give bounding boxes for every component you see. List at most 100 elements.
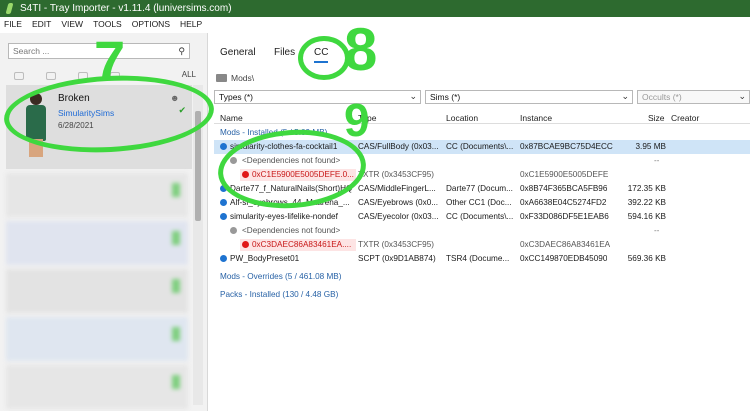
cell-name: simularity-eyes-lifelike-nondef xyxy=(230,212,338,221)
list-item[interactable] xyxy=(6,317,188,361)
cell-size: 3.95 MB xyxy=(635,142,667,151)
title-bar: S4TI - Tray Importer - v1.11.4 (lunivers… xyxy=(0,0,750,17)
cell-name: 0xC3DAEC86A83461EA.... xyxy=(252,240,352,249)
cell-size: 569.36 KB xyxy=(627,254,666,263)
cell-size: -- xyxy=(654,156,660,165)
menu-view[interactable]: VIEW xyxy=(61,19,83,29)
tab-cc[interactable]: CC xyxy=(314,47,329,63)
cell-type: CAS/FullBody (0x03... xyxy=(358,142,439,151)
group-label: Mods - Overrides (5 / 461.08 MB) xyxy=(220,272,342,281)
table-row[interactable]: 0xC3DAEC86A83461EA.... TXTR (0x3453CF95)… xyxy=(214,238,750,252)
occults-filter-value: Occults (*) xyxy=(642,92,682,102)
list-item[interactable] xyxy=(6,221,188,265)
tab-general[interactable]: General xyxy=(220,47,256,58)
window-title: S4TI - Tray Importer - v1.11.4 (lunivers… xyxy=(20,3,232,14)
app-logo-icon xyxy=(4,3,15,14)
column-header-instance[interactable]: Instance xyxy=(520,113,552,123)
cell-instance: 0xCC149870EDB45090 xyxy=(520,254,608,263)
cell-location: CC (Documents\... xyxy=(446,142,514,151)
cell-type: SCPT (0x9D1AB874) xyxy=(358,254,436,263)
column-header-location[interactable]: Location xyxy=(446,113,478,123)
menu-options[interactable]: OPTIONS xyxy=(132,19,170,29)
table-row[interactable]: Darte77_f_NaturalNails(Short)HQ CAS/Midd… xyxy=(214,182,750,196)
tray-item-date: 6/28/2021 xyxy=(58,121,94,130)
search-icon[interactable]: ⚲ xyxy=(178,46,185,57)
sim-thumbnail xyxy=(18,93,54,157)
details-pane: General Files CC Mods\ Types (*) ⌄ Sims … xyxy=(210,33,750,411)
tray-item-name: Broken xyxy=(58,93,90,104)
households-filter-icon[interactable] xyxy=(14,72,24,80)
cell-instance: 0xC1E5900E5005DEFE xyxy=(520,170,609,179)
types-filter-value: Types (*) xyxy=(219,92,254,102)
cell-name: PW_BodyPreset01 xyxy=(230,254,300,263)
column-header-size[interactable]: Size xyxy=(648,113,665,123)
cell-location: TSR4 (Docume... xyxy=(446,254,510,263)
occults-filter-dropdown: Occults (*) ⌄ xyxy=(637,90,750,104)
cell-name: <Dependencies not found> xyxy=(242,226,341,235)
table-row[interactable]: <Dependencies not found> -- xyxy=(214,224,750,238)
cell-size: 392.22 KB xyxy=(627,198,666,207)
cell-name: Alf-si_eyebrows_44_Maarena_... xyxy=(230,198,350,207)
cell-name: simularity-clothes-fa-cocktail1 xyxy=(230,142,338,151)
table-row[interactable]: PW_BodyPreset01 SCPT (0x9D1AB874) TSR4 (… xyxy=(214,252,750,266)
cell-instance: 0xA6638E04C5274FD2 xyxy=(520,198,607,207)
menu-help[interactable]: HELP xyxy=(180,19,202,29)
rooms-filter-icon[interactable] xyxy=(110,72,120,80)
menu-tools[interactable]: TOOLS xyxy=(93,19,122,29)
search-input[interactable]: Search ... ⚲ xyxy=(8,43,190,59)
table-row[interactable]: simularity-clothes-fa-cocktail1 CAS/Full… xyxy=(214,140,750,154)
menu-file[interactable]: FILE xyxy=(4,19,22,29)
scrollbar-thumb[interactable] xyxy=(195,111,201,221)
installed-status-icon xyxy=(220,185,227,192)
sims-filter-dropdown[interactable]: Sims (*) ⌄ xyxy=(425,90,633,104)
filter-all-label[interactable]: ALL xyxy=(182,70,196,79)
group-label: Mods - Installed (5 / 5.09 MB) xyxy=(220,128,328,137)
tab-files[interactable]: Files xyxy=(274,47,295,58)
cell-type: TXTR (0x3453CF95) xyxy=(358,240,434,249)
list-item[interactable] xyxy=(6,269,188,313)
missing-status-icon xyxy=(242,241,249,248)
column-header-creator[interactable]: Creator xyxy=(671,113,699,123)
installed-status-icon xyxy=(220,199,227,206)
menu-bar: FILE EDIT VIEW TOOLS OPTIONS HELP xyxy=(0,17,750,31)
breadcrumb-path[interactable]: Mods\ xyxy=(231,73,254,83)
table-row[interactable]: Alf-si_eyebrows_44_Maarena_... CAS/Eyebr… xyxy=(214,196,750,210)
sidebar-scrollbar[interactable] xyxy=(193,85,203,405)
installed-status-icon xyxy=(220,213,227,220)
chevron-down-icon: ⌄ xyxy=(738,91,746,101)
tab-bar: General Files CC xyxy=(210,43,750,63)
installed-status-icon xyxy=(220,255,227,262)
cell-location: Other CC1 (Doc... xyxy=(446,198,512,207)
lots-filter-icon[interactable] xyxy=(78,72,88,80)
group-header-packs-installed[interactable]: Packs - Installed (130 / 4.48 GB) xyxy=(214,288,750,302)
list-item[interactable] xyxy=(6,173,188,217)
cc-table: Name Type Location Instance Size Creator… xyxy=(214,110,750,410)
cell-instance: 0x87BCAE9BC75D4ECC xyxy=(520,142,613,151)
group-header-mods-overrides[interactable]: Mods - Overrides (5 / 461.08 MB) xyxy=(214,270,750,284)
cell-name: Darte77_f_NaturalNails(Short)HQ xyxy=(230,184,353,193)
table-row[interactable]: simularity-eyes-lifelike-nondef CAS/Eyec… xyxy=(214,210,750,224)
types-filter-dropdown[interactable]: Types (*) ⌄ xyxy=(214,90,421,104)
list-item[interactable] xyxy=(6,365,188,409)
breadcrumb: Mods\ xyxy=(216,73,254,83)
sims-filter-value: Sims (*) xyxy=(430,92,461,102)
group-header-mods-installed[interactable]: Mods - Installed (5 / 5.09 MB) xyxy=(214,126,750,140)
group-label: Packs - Installed (130 / 4.48 GB) xyxy=(220,290,339,299)
column-header-type[interactable]: Type xyxy=(358,113,376,123)
cell-instance: 0xF33D086DF5E1EAB6 xyxy=(520,212,609,221)
type-filter-bar: ALL xyxy=(14,70,204,82)
sims-filter-icon[interactable] xyxy=(46,72,56,80)
table-header: Name Type Location Instance Size Creator xyxy=(214,110,750,124)
tray-item-creator[interactable]: SimularitySims xyxy=(58,108,114,118)
table-row[interactable]: 0xC1E5900E5005DEFE.0... TXTR (0x3453CF95… xyxy=(214,168,750,182)
menu-edit[interactable]: EDIT xyxy=(32,19,51,29)
cell-type: TXTR (0x3453CF95) xyxy=(358,170,434,179)
cell-type: CAS/MiddleFingerL... xyxy=(358,184,436,193)
tray-item-selected[interactable]: Broken SimularitySims 6/28/2021 ☻ ✔ xyxy=(6,85,192,169)
cell-size: -- xyxy=(654,226,660,235)
cell-location: CC (Documents\... xyxy=(446,212,514,221)
table-row[interactable]: <Dependencies not found> -- xyxy=(214,154,750,168)
cell-name: <Dependencies not found> xyxy=(242,156,341,165)
column-header-name[interactable]: Name xyxy=(220,113,243,123)
cell-type: CAS/Eyecolor (0x03... xyxy=(358,212,439,221)
